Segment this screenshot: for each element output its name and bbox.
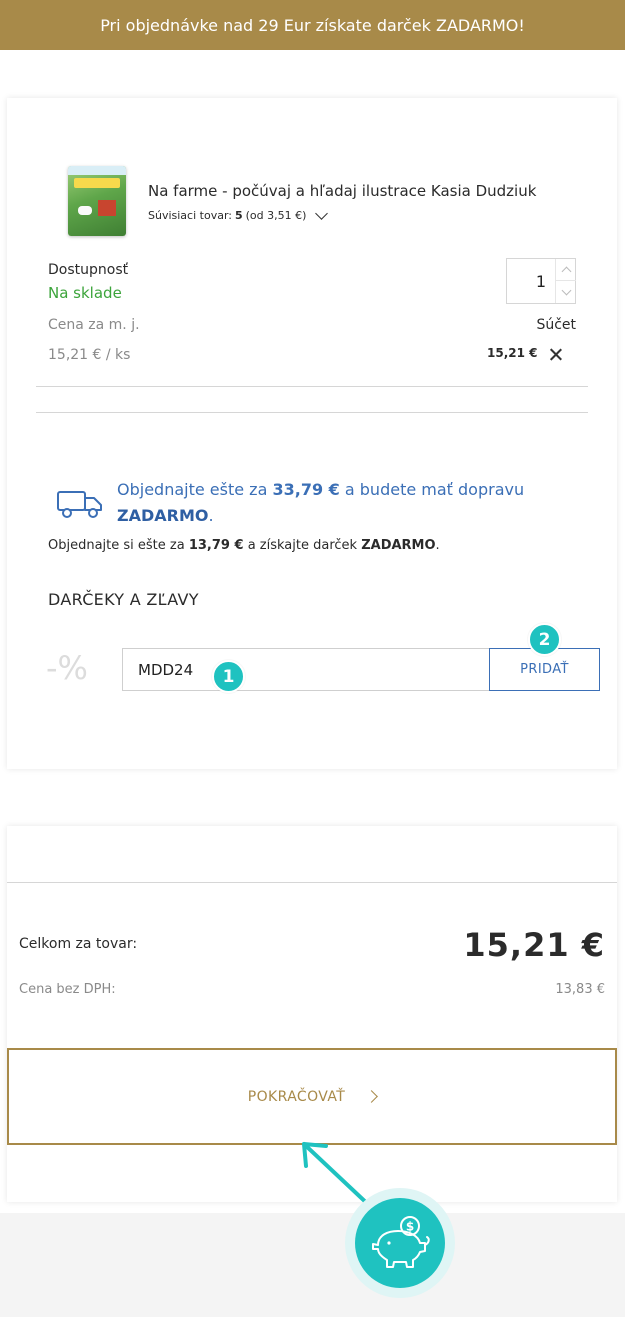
quantity-decrease-button[interactable] [556,281,576,303]
net-price-value: 13,83 € [555,982,605,997]
related-count: 5 [234,209,243,222]
net-price-label: Cena bez DPH: [19,982,116,997]
step-marker-1: 1 [212,660,245,693]
free-shipping-message: Objednajte ešte za 33,79 € a budete mať … [117,480,525,499]
unit-price-value: 15,21 € / ks [48,347,131,363]
sum-value: 15,21 € [487,346,538,360]
quantity-input[interactable]: 1 [507,259,555,303]
quantity-stepper[interactable]: 1 [506,258,576,304]
close-icon[interactable] [548,347,564,363]
related-label: Súvisiaci tovar: [148,209,232,222]
free-gift-message: Objednajte si ešte za 13,79 € a získajte… [48,538,440,553]
step-marker-2: 2 [528,623,561,656]
unit-price-label: Cena za m. j. [48,317,140,333]
sum-label: Súčet [536,317,576,333]
total-label: Celkom za tovar: [19,936,138,952]
discounts-heading: DARČEKY A ZĽAVY [48,590,199,609]
product-name-link[interactable]: Na farme - počúvaj a hľadaj ilustrace Ka… [148,182,536,200]
total-value: 15,21 € [463,926,605,964]
coupon-input[interactable]: MDD24 [122,648,490,691]
related-products-toggle[interactable]: Súvisiaci tovar: 5 (od 3,51 €) [148,207,329,222]
chevron-up-icon [561,266,571,277]
divider [36,386,588,387]
product-thumbnail[interactable] [68,166,126,236]
free-shipping-message-end: ZADARMO. [117,506,214,525]
related-from: (od 3,51 €) [245,209,307,222]
continue-label: POKRAČOVAŤ [247,1088,346,1105]
cart-card: Na farme - počúvaj a hľadaj ilustrace Ka… [7,98,617,769]
divider [36,412,588,413]
truck-icon [57,491,102,518]
availability-value: Na sklade [48,284,122,302]
chevron-down-icon [561,285,571,295]
divider [7,882,617,883]
percent-icon: -% [46,649,88,687]
quantity-increase-button[interactable] [556,259,576,281]
availability-label: Dostupnosť [48,262,129,278]
page-footer-area [0,1213,625,1317]
chevron-down-icon [315,207,329,220]
chevron-right-icon [365,1090,379,1103]
piggy-bank-icon: $ [345,1188,455,1298]
promo-banner: Pri objednávke nad 29 Eur získate darček… [0,0,625,50]
